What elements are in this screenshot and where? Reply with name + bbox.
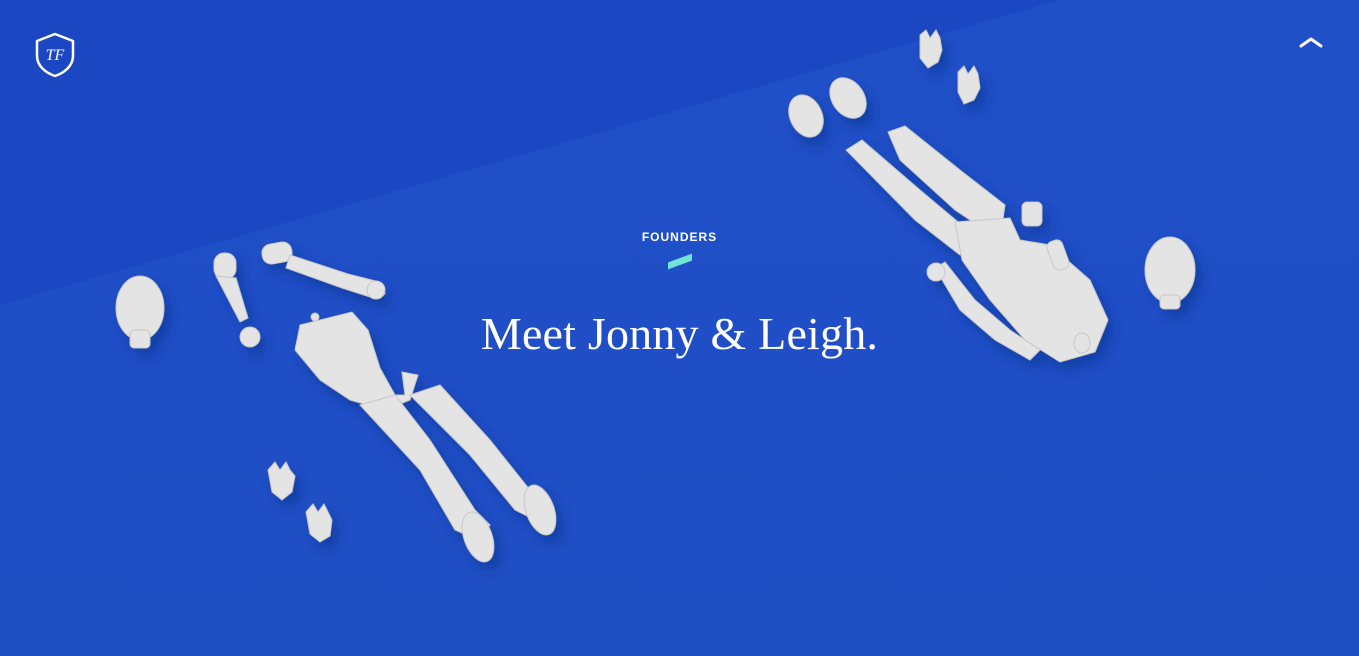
founders-section: TF FOUNDERS Meet Jonny & Leigh. [0, 0, 1359, 656]
hero-block: FOUNDERS Meet Jonny & Leigh. [0, 230, 1359, 360]
page-title: Meet Jonny & Leigh. [480, 308, 879, 359]
accent-dash [667, 253, 692, 270]
svg-text:TF: TF [46, 47, 65, 64]
shield-logo[interactable]: TF [34, 32, 76, 78]
chevron-up-icon[interactable] [1298, 34, 1324, 50]
section-eyebrow: FOUNDERS [641, 230, 718, 244]
